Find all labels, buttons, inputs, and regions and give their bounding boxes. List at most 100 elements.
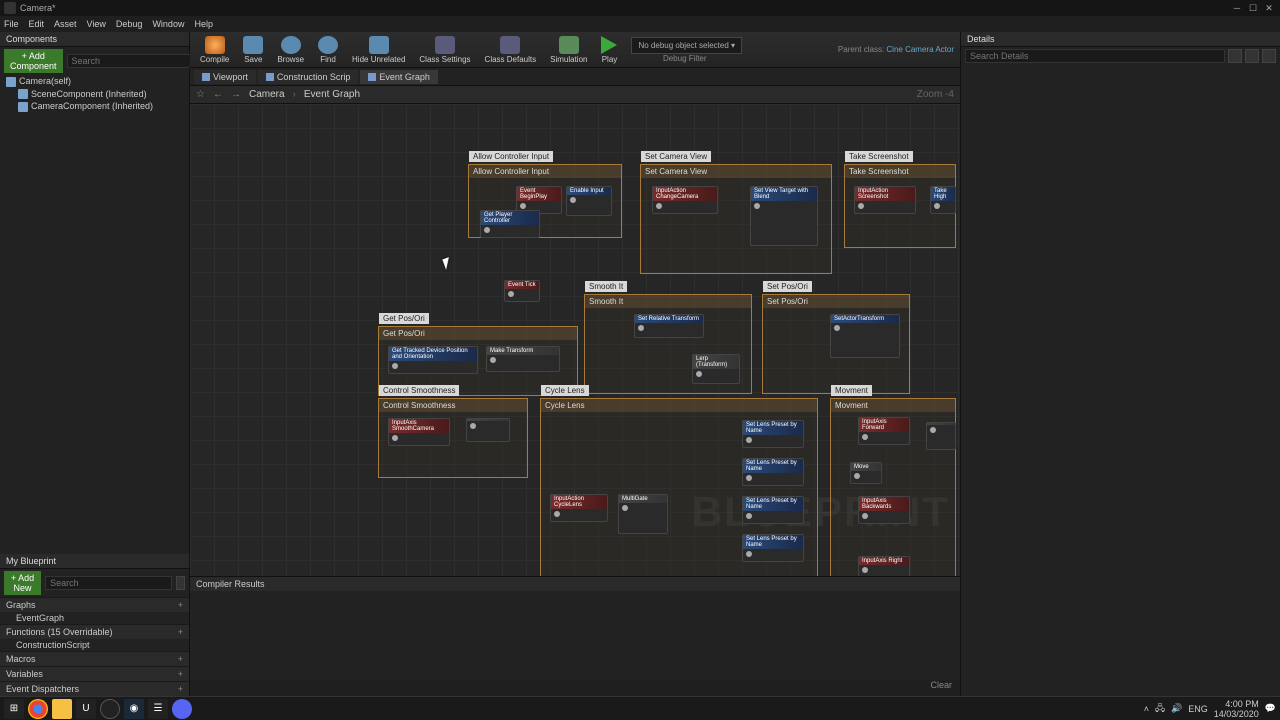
window-close-button[interactable]: ✕	[1262, 2, 1276, 14]
taskbar-explorer-icon[interactable]	[52, 699, 72, 719]
blueprint-node[interactable]: Set Lens Preset by Name	[742, 496, 804, 524]
property-matrix-icon[interactable]	[1245, 49, 1259, 63]
blueprint-node[interactable]: InputAxis SmoothCamera	[388, 418, 450, 446]
taskbar-chrome-icon[interactable]	[28, 699, 48, 719]
components-search-input[interactable]	[67, 54, 194, 68]
breadcrumb-root[interactable]: Camera	[249, 89, 285, 100]
search-icon[interactable]	[1228, 49, 1242, 63]
event-graph-canvas[interactable]: BLUEPRINT Allow Controller InputAllow Co…	[190, 104, 960, 576]
window-minimize-button[interactable]: ─	[1230, 2, 1244, 14]
mb-section-dispatchers[interactable]: Event Dispatchers+	[0, 681, 189, 696]
tray-language[interactable]: ENG	[1188, 704, 1208, 714]
hide-unrelated-button[interactable]: Hide Unrelated	[348, 34, 409, 66]
tray-chevron-icon[interactable]: ˄	[1144, 704, 1149, 714]
tray-volume-icon[interactable]: 🔊	[1171, 703, 1182, 714]
comment-header[interactable]: Take Screenshot	[845, 165, 955, 178]
mb-section-macros[interactable]: Macros+	[0, 651, 189, 666]
clear-results-button[interactable]: Clear	[930, 680, 952, 690]
save-button[interactable]: Save	[239, 34, 267, 66]
debug-object-select[interactable]: No debug object selected ▾	[631, 37, 742, 54]
blueprint-node[interactable]: Take High	[930, 186, 956, 214]
details-search-input[interactable]	[965, 49, 1225, 63]
blueprint-node[interactable]: MultiGate	[618, 494, 668, 534]
blueprint-node[interactable]: Make Transform	[486, 346, 560, 372]
blueprint-node[interactable]: InputAxis Forward	[858, 417, 910, 445]
add-function-button[interactable]: +	[178, 627, 183, 637]
comment-header[interactable]: Set Pos/Ori	[763, 295, 909, 308]
menu-file[interactable]: File	[4, 19, 19, 29]
blueprint-node[interactable]: Set Relative Transform	[634, 314, 704, 338]
mb-item-eventgraph[interactable]: EventGraph	[0, 612, 189, 624]
taskbar-discord-icon[interactable]	[172, 699, 192, 719]
myblueprint-search-input[interactable]	[45, 576, 172, 590]
blueprint-node[interactable]: InputAxis Right	[858, 556, 910, 576]
menu-edit[interactable]: Edit	[29, 19, 45, 29]
taskbar-obs-icon[interactable]	[100, 699, 120, 719]
blueprint-node[interactable]: InputAction CycleLens	[550, 494, 608, 522]
class-settings-button[interactable]: Class Settings	[415, 34, 474, 66]
myblueprint-add-new-button[interactable]: + Add New	[4, 571, 41, 595]
parent-class-link[interactable]: Cine Camera Actor	[886, 45, 954, 54]
taskbar-unreal-icon[interactable]: U	[76, 699, 96, 719]
start-button[interactable]: ⊞	[4, 699, 24, 719]
comment-header[interactable]: Set Camera View	[641, 165, 831, 178]
component-root[interactable]: Camera(self)	[0, 75, 189, 88]
simulation-button[interactable]: Simulation	[546, 34, 591, 66]
comment-header[interactable]: Allow Controller Input	[469, 165, 621, 178]
tab-viewport[interactable]: Viewport	[194, 70, 256, 84]
compiler-results-body[interactable]	[190, 591, 960, 680]
taskbar-app-icon[interactable]: ☰	[148, 699, 168, 719]
blueprint-node[interactable]: Set Lens Preset by Name	[742, 534, 804, 562]
blueprint-node[interactable]	[926, 422, 956, 450]
eye-icon[interactable]	[1262, 49, 1276, 63]
add-dispatcher-button[interactable]: +	[178, 684, 183, 694]
nav-back-button[interactable]: ←	[213, 89, 223, 100]
eye-icon[interactable]	[176, 576, 185, 590]
tab-event-graph[interactable]: Event Graph	[360, 70, 438, 84]
tray-clock[interactable]: 4:00 PM 14/03/2020	[1214, 699, 1259, 719]
window-maximize-button[interactable]: ☐	[1246, 2, 1260, 14]
mb-section-graphs[interactable]: Graphs+	[0, 597, 189, 612]
blueprint-node[interactable]: SetActorTransform	[830, 314, 900, 358]
component-item[interactable]: SceneComponent (Inherited)	[0, 88, 189, 101]
play-button[interactable]: Play	[597, 34, 621, 66]
comment-header[interactable]: Cycle Lens	[541, 399, 817, 412]
menu-asset[interactable]: Asset	[54, 19, 77, 29]
tab-construction-script[interactable]: Construction Scrip	[258, 70, 359, 84]
blueprint-node[interactable]: InputAction ChangeCamera	[652, 186, 718, 214]
blueprint-node[interactable]	[466, 418, 510, 442]
find-button[interactable]: Find	[314, 34, 342, 66]
mb-section-functions[interactable]: Functions (15 Overridable)+	[0, 624, 189, 639]
blueprint-node[interactable]: Move	[850, 462, 882, 484]
blueprint-node[interactable]: Get Player Controller	[480, 210, 540, 238]
compile-button[interactable]: Compile	[196, 34, 233, 66]
browse-button[interactable]: Browse	[273, 34, 308, 66]
blueprint-node[interactable]: Get Tracked Device Position and Orientat…	[388, 346, 478, 374]
add-macro-button[interactable]: +	[178, 654, 183, 664]
blueprint-node[interactable]: Lerp (Transform)	[692, 354, 740, 384]
add-variable-button[interactable]: +	[178, 669, 183, 679]
menu-view[interactable]: View	[87, 19, 106, 29]
blueprint-node[interactable]: Enable Input	[566, 186, 612, 216]
blueprint-node[interactable]: InputAction Screenshot	[854, 186, 916, 214]
blueprint-node[interactable]: InputAxis Backwards	[858, 496, 910, 524]
tray-notifications-icon[interactable]: 💬	[1265, 703, 1276, 714]
nav-forward-button[interactable]: →	[231, 89, 241, 100]
add-graph-button[interactable]: +	[178, 600, 183, 610]
add-component-button[interactable]: + Add Component	[4, 49, 63, 73]
comment-header[interactable]: Movment	[831, 399, 955, 412]
breadcrumb-current[interactable]: Event Graph	[304, 89, 360, 100]
menu-help[interactable]: Help	[194, 19, 213, 29]
menu-debug[interactable]: Debug	[116, 19, 143, 29]
class-defaults-button[interactable]: Class Defaults	[481, 34, 541, 66]
blueprint-node[interactable]: Event Tick	[504, 280, 540, 302]
taskbar-steam-icon[interactable]: ◉	[124, 699, 144, 719]
mb-item-constructionscript[interactable]: ConstructionScript	[0, 639, 189, 651]
menu-window[interactable]: Window	[152, 19, 184, 29]
blueprint-node[interactable]: Set View Target with Blend	[750, 186, 818, 246]
component-item[interactable]: CameraComponent (Inherited)	[0, 100, 189, 113]
comment-header[interactable]: Get Pos/Ori	[379, 327, 577, 340]
blueprint-node[interactable]: Set Lens Preset by Name	[742, 458, 804, 486]
favorite-icon[interactable]: ☆	[196, 89, 205, 100]
comment-header[interactable]: Smooth It	[585, 295, 751, 308]
